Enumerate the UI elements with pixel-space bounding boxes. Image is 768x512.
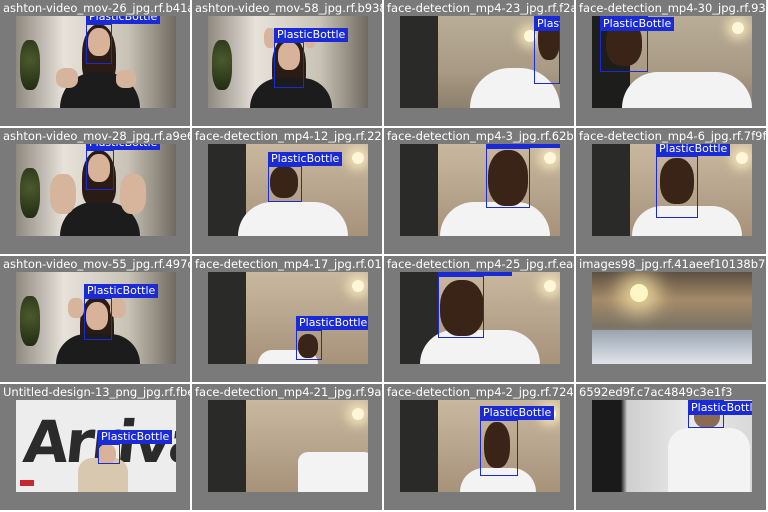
tile-image: Arrivals PlasticBottle: [16, 400, 176, 492]
tile-image: PlasticBottle: [16, 144, 176, 236]
tile-filename: face-detection_mp4-6_jpg.rf.7f9ff: [579, 129, 766, 143]
tile-image: PlasticBottle: [208, 272, 368, 364]
detection-box: PlasticBottle: [274, 28, 349, 88]
grid-tile[interactable]: PlasticBottle ashton-video_mov-26_jpg.rf…: [0, 0, 190, 126]
detection-label: PlasticBottle: [274, 28, 349, 42]
detection-box: PlasticBottle: [486, 144, 560, 208]
tile-image: PlasticBottle: [208, 16, 368, 108]
tile-image: PlasticBottle: [400, 272, 560, 364]
detection-box: PlasticBottle: [438, 272, 513, 338]
detection-box: PlasticBottle: [268, 152, 343, 202]
tile-filename: ashton-video_mov-55_jpg.rf.497c82a138e: [3, 257, 190, 271]
grid-tile[interactable]: PlasticBottle ashton-video_mov-58_jpg.rf…: [192, 0, 382, 126]
grid-tile[interactable]: Arrivals PlasticBottle Untitled-design-1…: [0, 384, 190, 510]
tile-filename: ashton-video_mov-26_jpg.rf.b41ac5f7bd77: [3, 1, 190, 15]
detection-label: PlasticBottle: [86, 144, 161, 150]
grid-tile[interactable]: PlasticBottle face-detection_mp4-17_jpg.…: [192, 256, 382, 382]
detection-box: PlasticBottle: [688, 400, 752, 428]
tile-filename: face-detection_mp4-30_jpg.rf.930b: [579, 1, 766, 15]
detection-grid: PlasticBottle ashton-video_mov-26_jpg.rf…: [0, 0, 768, 512]
detection-label: PlasticBottle: [486, 144, 560, 148]
detection-box: PlasticBottle: [600, 16, 675, 72]
tile-image: [208, 400, 368, 492]
detection-box: PlasticBottle: [98, 430, 173, 464]
tile-filename: face-detection_mp4-23_jpg.rf.f2a05d: [387, 1, 574, 15]
grid-tile[interactable]: PlasticBottle ashton-video_mov-28_jpg.rf…: [0, 128, 190, 254]
grid-tile[interactable]: PlasticBottle face-detection_mp4-12_jpg.…: [192, 128, 382, 254]
detection-label: PlasticBottle: [268, 152, 343, 166]
detection-box: PlasticBottle: [86, 16, 161, 64]
tile-image: PlasticBottle: [400, 400, 560, 492]
grid-tile[interactable]: PlasticBottle face-detection_mp4-30_jpg.…: [576, 0, 766, 126]
detection-label: PlasticBottle: [534, 17, 560, 31]
tile-image: PlasticBottle: [592, 400, 752, 492]
detection-box: PlasticBottle: [656, 144, 731, 218]
detection-box: PlasticBottle: [480, 406, 555, 476]
tile-image: PlasticBottle: [592, 16, 752, 108]
grid-tile[interactable]: PlasticBottle face-detection_mp4-25_jpg.…: [384, 256, 574, 382]
grid-tile[interactable]: images98_jpg.rf.41aeef10138b7: [576, 256, 766, 382]
tile-filename: ashton-video_mov-58_jpg.rf.b938e825ded: [195, 1, 382, 15]
tile-image: PlasticBottle: [400, 16, 560, 108]
grid-tile[interactable]: PlasticBottle ashton-video_mov-55_jpg.rf…: [0, 256, 190, 382]
tile-image: PlasticBottle: [16, 16, 176, 108]
detection-label: PlasticBottle: [84, 284, 159, 298]
detection-box: PlasticBottle: [534, 16, 560, 84]
detection-box: PlasticBottle: [84, 284, 159, 340]
tile-filename: face-detection_mp4-25_jpg.rf.ea49011283: [387, 257, 574, 271]
tile-filename: face-detection_mp4-12_jpg.rf.222fd3ee7c: [195, 129, 382, 143]
grid-tile[interactable]: face-detection_mp4-21_jpg.rf.9a35a397f5: [192, 384, 382, 510]
detection-label: PlasticBottle: [86, 16, 161, 24]
tile-filename: ashton-video_mov-28_jpg.rf.a9e6a7313865: [3, 129, 190, 143]
tile-filename: 6592ed9f.c7ac4849c3e1f3: [579, 385, 733, 399]
tile-image: PlasticBottle: [16, 272, 176, 364]
detection-label: PlasticBottle: [296, 316, 368, 330]
tile-image: [592, 272, 752, 364]
tile-image: PlasticBottle: [208, 144, 368, 236]
grid-tile[interactable]: PlasticBottle face-detection_mp4-23_jpg.…: [384, 0, 574, 126]
tile-filename: face-detection_mp4-17_jpg.rf.0149fb9249: [195, 257, 382, 271]
tile-image: PlasticBottle: [400, 144, 560, 236]
detection-label: PlasticBottle: [98, 430, 173, 444]
tile-filename: face-detection_mp4-21_jpg.rf.9a35a397f5: [195, 385, 382, 399]
tile-filename: images98_jpg.rf.41aeef10138b7: [579, 257, 766, 271]
grid-tile[interactable]: PlasticBottle face-detection_mp4-6_jpg.r…: [576, 128, 766, 254]
detection-label: PlasticBottle: [480, 406, 555, 420]
grid-tile[interactable]: PlasticBottle 6592ed9f.c7ac4849c3e1f3: [576, 384, 766, 510]
tile-filename: face-detection_mp4-2_jpg.rf.7241f592e9: [387, 385, 574, 399]
detection-label: PlasticBottle: [600, 17, 675, 31]
grid-tile[interactable]: PlasticBottle face-detection_mp4-3_jpg.r…: [384, 128, 574, 254]
tile-filename: face-detection_mp4-3_jpg.rf.62b4044e48: [387, 129, 574, 143]
grid-tile[interactable]: PlasticBottle face-detection_mp4-2_jpg.r…: [384, 384, 574, 510]
tile-image: PlasticBottle: [592, 144, 752, 236]
detection-label: PlasticBottle: [688, 401, 752, 415]
detection-box: PlasticBottle: [296, 316, 368, 360]
detection-label: PlasticBottle: [438, 272, 513, 276]
tile-filename: Untitled-design-13_png_jpg.rf.fbe42b36d0: [3, 385, 190, 399]
detection-label: PlasticBottle: [656, 144, 731, 156]
detection-box: PlasticBottle: [86, 144, 161, 190]
